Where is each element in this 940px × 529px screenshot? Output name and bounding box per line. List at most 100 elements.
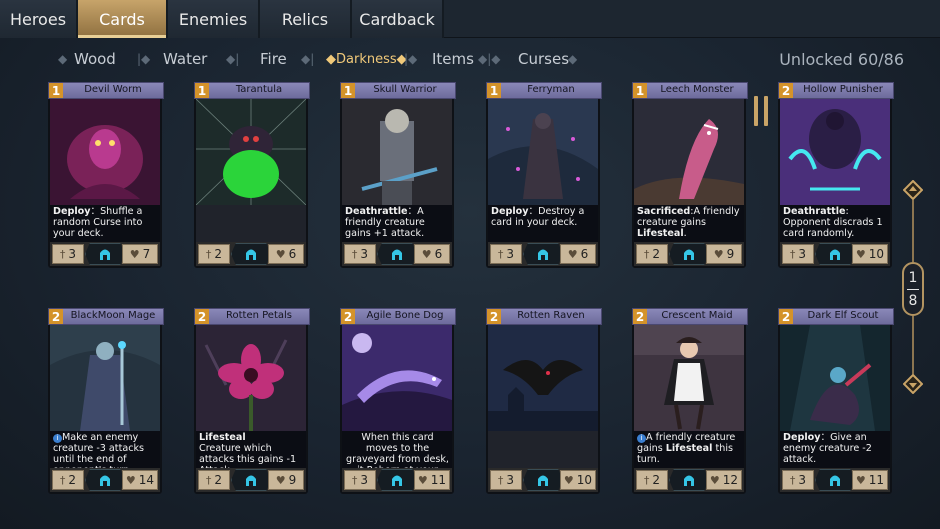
card-illustration <box>50 325 160 431</box>
card-hollow-punisher[interactable]: 2 Hollow Punisher Deathrattle: Opponent di… <box>778 82 894 268</box>
card-illustration <box>780 99 890 205</box>
card-art <box>342 99 452 205</box>
helmet-glyph <box>392 475 402 486</box>
tab-relics[interactable]: Relics <box>260 0 352 38</box>
dagger-icon: † <box>351 473 358 487</box>
card-art <box>50 99 160 205</box>
card-blackmoon-mage[interactable]: 2 BlackMoon Mage i Make an enemy creature -… <box>48 308 164 494</box>
card-dark-elf-scout[interactable]: 2 Dark Elf Scout Deploy：Give an enemy crea… <box>778 308 894 494</box>
card-name: Crescent Maid <box>661 310 733 321</box>
card-crescent-maid[interactable]: 2 Crescent Maid i A friendly creature gains… <box>632 308 748 494</box>
card-rotten-petals[interactable]: 2 Rotten Petals Lifesteal Creature which at… <box>194 308 310 494</box>
health-stat: ♥ 12 <box>706 470 742 490</box>
card-leech-monster[interactable]: 1 Leech Monster Sacrificed:A friendly crea… <box>632 82 748 268</box>
card-header: 2 Dark Elf Scout <box>778 308 894 325</box>
card-illustration <box>488 325 598 431</box>
description-text: . <box>683 228 687 239</box>
helmet-icon <box>523 469 563 491</box>
heart-icon: ♥ <box>417 473 428 487</box>
card-description: Deploy：Shuffle a random Curse into your … <box>50 205 160 242</box>
card-name: Devil Worm <box>84 84 142 95</box>
filter-darkness[interactable]: ◆Darkness◆ <box>326 52 407 67</box>
health-value: 12 <box>722 473 739 487</box>
divider-bar-icon <box>764 96 768 126</box>
attack-stat: † 3 <box>782 470 814 490</box>
dagger-icon: † <box>643 473 650 487</box>
card-description: When this card moves to the graveyard fr… <box>342 431 452 487</box>
page-up-icon[interactable] <box>903 180 923 200</box>
attack-stat: † 3 <box>490 470 522 490</box>
mana-cost-badge: 2 <box>779 309 793 324</box>
mana-cost-badge: 2 <box>341 309 355 324</box>
filter-separator-icon: ◆ <box>568 52 578 66</box>
keyword: Lifesteal <box>665 443 713 454</box>
card-tarantula[interactable]: 1 Tarantula † 2 ♥ 6 <box>194 82 310 268</box>
tab-cards[interactable]: Cards <box>78 0 168 38</box>
filter-separator-icon: ◆| <box>226 52 240 66</box>
attack-stat: † 2 <box>636 244 668 264</box>
health-value: 6 <box>288 247 297 261</box>
attack-value: 3 <box>506 473 515 487</box>
card-name: Agile Bone Dog <box>366 310 444 321</box>
attack-stat: † 2 <box>636 470 668 490</box>
filter-fire[interactable]: Fire <box>260 50 287 68</box>
health-value: 7 <box>142 247 151 261</box>
card-illustration <box>50 99 160 205</box>
attack-stat: † 2 <box>52 470 84 490</box>
filter-items[interactable]: Items <box>432 50 474 68</box>
card-stats: † 2 ♥ 9 <box>634 242 744 266</box>
heart-icon: ♥ <box>125 473 136 487</box>
card-header: 2 Rotten Raven <box>486 308 602 325</box>
card-agile-bone-dog[interactable]: 2 Agile Bone Dog When this card moves to t… <box>340 308 456 494</box>
card-stats: † 3 ♥ 7 <box>50 242 160 266</box>
card-rotten-raven[interactable]: 2 Rotten Raven † 3 ♥ 10 <box>486 308 602 494</box>
card-ferryman[interactable]: 1 Ferryman Deploy：Destroy a card in your d… <box>486 82 602 268</box>
filter-wood[interactable]: Wood <box>74 50 116 68</box>
tab-cardback[interactable]: Cardback <box>352 0 444 38</box>
health-stat: ♥ 10 <box>560 470 596 490</box>
tab-heroes[interactable]: Heroes <box>0 0 78 38</box>
card-devil-worm[interactable]: 1 Devil Worm Deploy：Shuffle a random Curse… <box>48 82 164 268</box>
filter-water[interactable]: Water <box>163 50 207 68</box>
unlocked-counter: Unlocked 60/86 <box>779 50 904 69</box>
health-stat: ♥ 11 <box>852 470 888 490</box>
card-header: 2 BlackMoon Mage <box>48 308 164 325</box>
attack-stat: † 2 <box>198 244 230 264</box>
heart-icon: ♥ <box>567 247 578 261</box>
attack-value: 3 <box>360 473 369 487</box>
card-name: Rotten Raven <box>517 310 585 321</box>
filter-separator-icon: |◆ <box>404 52 418 66</box>
card-skull-warrior[interactable]: 1 Skull Warrior Deathrattle：A friendly cre… <box>340 82 456 268</box>
tab-enemies[interactable]: Enemies <box>168 0 260 38</box>
helmet-glyph <box>100 249 110 260</box>
filter-curses[interactable]: Curses <box>518 50 569 68</box>
card-stats: † 3 ♥ 11 <box>780 468 890 492</box>
card-name: Skull Warrior <box>373 84 437 95</box>
card-description: Deathrattle：A friendly creature gains +1… <box>342 205 452 242</box>
health-value: 14 <box>138 473 155 487</box>
card-description: Deathrattle: Opponent discrads 1 card ra… <box>780 205 890 242</box>
card-name: Rotten Petals <box>226 310 292 321</box>
helmet-icon <box>669 469 709 491</box>
helmet-glyph <box>684 249 694 260</box>
mana-cost-badge: 1 <box>195 83 209 98</box>
health-stat: ♥ 11 <box>414 470 450 490</box>
card-stats: † 3 ♥ 11 <box>342 468 452 492</box>
attack-value: 2 <box>68 473 77 487</box>
helmet-icon <box>815 469 855 491</box>
mana-cost-badge: 2 <box>633 309 647 324</box>
helmet-icon <box>377 469 417 491</box>
card-description: Deploy：Give an enemy creature -2 attack. <box>780 431 890 468</box>
helmet-glyph <box>392 249 402 260</box>
card-stats: † 2 ♥ 6 <box>196 242 306 266</box>
helmet-glyph <box>100 475 110 486</box>
health-value: 11 <box>430 473 447 487</box>
dagger-icon: † <box>643 247 650 261</box>
card-art <box>780 99 890 205</box>
attack-value: 2 <box>652 473 661 487</box>
page-down-icon[interactable] <box>903 374 923 394</box>
info-icon: i <box>53 434 62 443</box>
keyword: Deploy <box>53 206 91 217</box>
total-pages: 8 <box>908 292 918 309</box>
attack-value: 3 <box>68 247 77 261</box>
